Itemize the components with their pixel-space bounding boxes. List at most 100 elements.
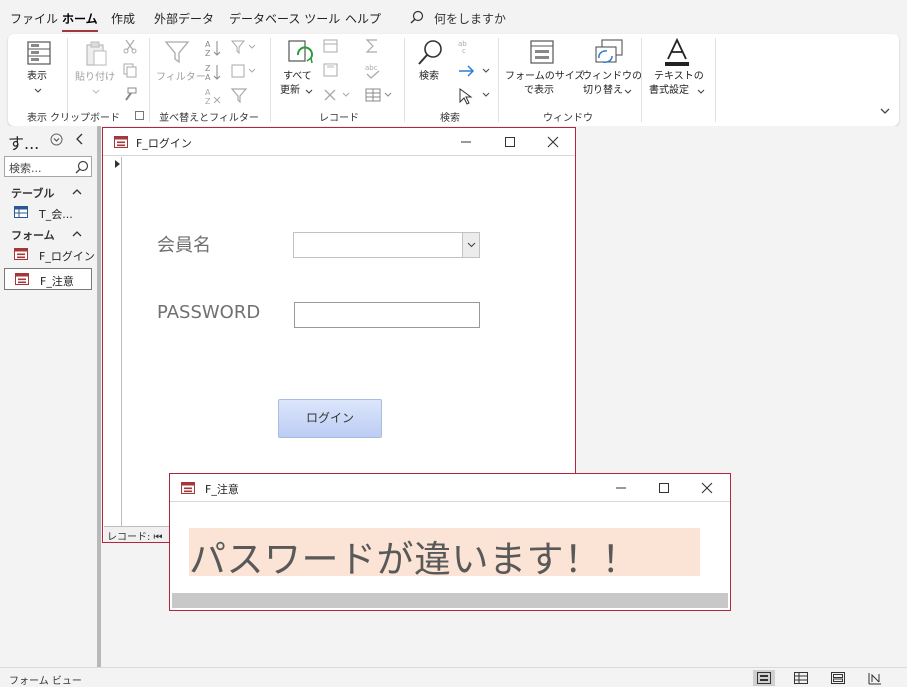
ribbon-collapse-icon[interactable] — [878, 104, 892, 118]
fit-to-form-button[interactable]: フォームのサイズ — [505, 70, 584, 84]
tab-external-data[interactable]: 外部データ — [154, 10, 214, 27]
text-formatting-icon[interactable] — [662, 37, 692, 67]
refresh-all-button[interactable]: すべて — [283, 70, 312, 84]
member-name-combobox[interactable] — [293, 232, 480, 258]
find-icon[interactable] — [416, 38, 446, 68]
nav-group-tables[interactable]: テーブル — [11, 185, 54, 201]
minimize-icon[interactable] — [611, 478, 631, 498]
find-button[interactable]: 検索 — [419, 70, 439, 84]
record-selector[interactable] — [104, 157, 122, 537]
table-icon — [14, 206, 28, 218]
form-view-button[interactable] — [753, 670, 775, 686]
nav-pane-title[interactable]: す... — [8, 130, 39, 154]
group-label-views: 表示 — [27, 113, 47, 124]
spelling-icon[interactable]: abc — [364, 62, 382, 80]
nav-search-placeholder: 検索... — [9, 162, 42, 175]
tell-me-box[interactable]: 何をしますか — [434, 10, 506, 27]
svg-text:A: A — [205, 40, 211, 49]
selection-icon[interactable] — [230, 39, 256, 55]
fit-to-form-icon[interactable] — [528, 38, 556, 66]
tab-database-tools[interactable]: データベース ツール — [229, 10, 340, 27]
toggle-filter-icon[interactable] — [230, 87, 248, 103]
clipboard-dialog-launcher[interactable] — [135, 111, 144, 120]
alert-form-titlebar[interactable]: F_注意 — [170, 474, 730, 502]
password-input[interactable] — [294, 302, 480, 328]
fit-to-form-button-line2[interactable]: で表示 — [524, 84, 554, 98]
nav-menu-dropdown-icon[interactable] — [50, 133, 63, 146]
new-record-icon[interactable] — [322, 38, 340, 54]
tab-file[interactable]: ファイル — [10, 10, 58, 27]
chevron-down-icon[interactable] — [34, 88, 42, 94]
nav-item-label: F_注意 — [40, 275, 74, 288]
refresh-all-button-line2[interactable]: 更新 — [280, 84, 300, 98]
minimize-icon[interactable] — [456, 132, 476, 152]
tab-home[interactable]: ホーム — [62, 10, 98, 32]
ribbon-separator — [149, 38, 150, 122]
totals-icon[interactable] — [364, 38, 380, 54]
switch-windows-button-line2[interactable]: 切り替え — [583, 84, 623, 98]
layout-view-icon — [831, 672, 845, 684]
search-icon[interactable] — [75, 160, 89, 174]
ribbon-separator — [270, 38, 271, 122]
chevron-down-icon[interactable] — [624, 89, 632, 95]
maximize-icon[interactable] — [654, 478, 674, 498]
go-to-arrow-icon[interactable] — [457, 63, 493, 79]
filter-button[interactable]: フィルター — [156, 71, 206, 85]
login-button[interactable]: ログイン — [278, 399, 382, 438]
chevron-up-icon[interactable] — [72, 188, 82, 196]
sort-ascending-icon[interactable]: A Z — [204, 39, 222, 57]
cut-icon[interactable] — [122, 38, 138, 54]
select-cursor-icon[interactable] — [457, 87, 493, 105]
paste-icon[interactable] — [82, 40, 110, 68]
chevron-down-icon — [467, 242, 476, 248]
view-button[interactable]: 表示 — [27, 70, 47, 84]
nav-item-form-login[interactable]: F_ログイン — [4, 244, 95, 266]
ribbon-separator — [404, 38, 405, 122]
nav-group-forms[interactable]: フォーム — [11, 227, 55, 243]
switch-windows-button[interactable]: ウィンドウの — [582, 70, 642, 84]
chevron-down-icon[interactable] — [697, 89, 705, 95]
login-form-titlebar[interactable]: F_ログイン — [103, 128, 575, 156]
nav-item-table[interactable]: T_会... — [4, 202, 92, 224]
current-record-arrow-icon — [115, 160, 120, 168]
text-formatting-button[interactable]: テキストの — [654, 70, 704, 84]
format-painter-icon[interactable] — [122, 86, 138, 102]
layout-view-button[interactable] — [827, 670, 849, 686]
nav-item-label: T_会... — [39, 208, 73, 221]
remove-sort-icon[interactable]: A Z — [204, 87, 222, 105]
more-records-icon[interactable] — [364, 87, 394, 103]
delete-record-icon[interactable] — [322, 87, 352, 103]
chevron-up-icon[interactable] — [72, 230, 82, 238]
maximize-icon[interactable] — [500, 132, 520, 152]
nav-item-form-alert[interactable]: F_注意 — [4, 268, 92, 290]
datasheet-view-button[interactable] — [790, 670, 812, 686]
text-formatting-button-line2[interactable]: 書式設定 — [649, 84, 689, 98]
ribbon-separator — [641, 38, 642, 122]
combobox-dropdown-button[interactable] — [462, 233, 479, 257]
record-nav-label[interactable]: レコード: ⏮ — [107, 528, 163, 543]
group-label-clipboard: クリップボード — [50, 113, 120, 124]
replace-icon[interactable]: ab c — [457, 38, 473, 54]
close-icon[interactable] — [697, 478, 717, 498]
paste-button[interactable]: 貼り付け — [75, 71, 115, 85]
sort-descending-icon[interactable]: Z A — [204, 63, 222, 81]
nav-item-label: F_ログイン — [39, 250, 95, 263]
ribbon-separator — [715, 38, 716, 122]
save-record-icon[interactable] — [322, 62, 340, 78]
filter-icon[interactable] — [164, 39, 190, 65]
close-icon[interactable] — [543, 132, 563, 152]
password-label: PASSWORD — [157, 302, 261, 323]
svg-text:Z: Z — [205, 49, 211, 57]
tab-create[interactable]: 作成 — [111, 10, 135, 27]
view-icon[interactable] — [25, 39, 53, 67]
design-view-button[interactable] — [864, 670, 886, 686]
chevron-down-icon[interactable] — [305, 89, 313, 95]
switch-windows-icon[interactable] — [593, 38, 625, 68]
tab-help[interactable]: ヘルプ — [345, 10, 381, 27]
nav-pane-collapse-icon[interactable] — [75, 133, 85, 145]
advanced-filter-icon[interactable] — [230, 63, 256, 79]
copy-icon[interactable] — [122, 62, 138, 78]
refresh-all-icon[interactable] — [285, 38, 315, 68]
nav-search-input[interactable]: 検索... — [4, 156, 92, 177]
status-text: フォーム ビュー — [9, 676, 82, 687]
